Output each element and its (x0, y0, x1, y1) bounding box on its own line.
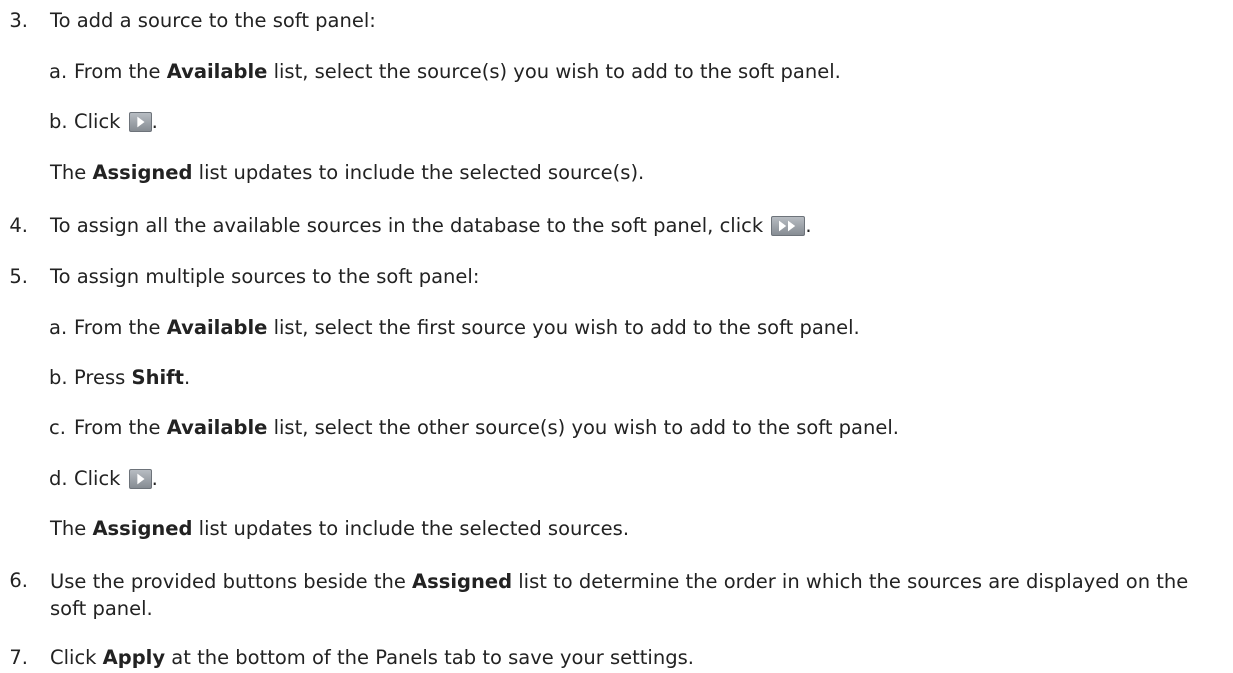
ui-term: Assigned (92, 161, 193, 184)
ui-term: Apply (102, 646, 166, 669)
substep-3a: a. From the Available list, select the s… (0, 59, 1233, 85)
substep-text: From the Available list, select the othe… (74, 416, 899, 439)
note-text: The Assigned list updates to include the… (50, 161, 645, 184)
ui-term: Available (166, 316, 268, 339)
step-text: Use the provided buttons beside the Assi… (50, 570, 1189, 620)
step-5-note: The Assigned list updates to include the… (0, 516, 1233, 542)
ui-term: Assigned (92, 517, 193, 540)
step-number: 7. (9, 646, 28, 669)
substep-text: Click . (74, 467, 158, 490)
procedure-document: 3. To add a source to the soft panel: a.… (0, 0, 1233, 673)
step-number: 5. (9, 265, 28, 288)
ui-term: Assigned (412, 570, 513, 593)
substep-text: From the Available list, select the firs… (74, 316, 860, 339)
substep-letter: b. (49, 366, 68, 389)
step-4: 4. To assign all the available sources i… (0, 213, 1233, 239)
step-text: To add a source to the soft panel: (50, 9, 376, 32)
step-6: 6. Use the provided buttons beside the A… (0, 568, 1233, 622)
play-right-icon (128, 112, 152, 132)
step-7: 7. Click Apply at the bottom of the Pane… (0, 645, 1233, 671)
note-text: The Assigned list updates to include the… (50, 517, 630, 540)
step-text: Click Apply at the bottom of the Panels … (50, 646, 694, 669)
substep-5d: d. Click . (0, 466, 1233, 492)
substep-text: Press Shift. (74, 366, 191, 389)
key-name: Shift (131, 366, 184, 389)
substep-letter: c. (49, 416, 66, 439)
ui-term: Available (166, 416, 268, 439)
substep-3b: b. Click . (0, 109, 1233, 135)
substep-letter: b. (49, 110, 68, 133)
substep-5a: a. From the Available list, select the f… (0, 315, 1233, 341)
step-3: 3. To add a source to the soft panel: (0, 8, 1233, 34)
double-right-icon (771, 216, 806, 236)
step-number: 6. (9, 569, 28, 592)
substep-text: From the Available list, select the sour… (74, 60, 841, 83)
ui-term: Available (166, 60, 268, 83)
step-number: 3. (9, 9, 28, 32)
step-3-note: The Assigned list updates to include the… (0, 160, 1233, 186)
step-text: To assign all the available sources in t… (50, 214, 812, 237)
step-number: 4. (9, 214, 28, 237)
substep-letter: a. (49, 316, 68, 339)
substep-letter: d. (49, 467, 68, 490)
substep-letter: a. (49, 60, 68, 83)
play-right-icon (128, 469, 152, 489)
substep-5b: b. Press Shift. (0, 365, 1233, 391)
substep-text: Click . (74, 110, 158, 133)
step-text: To assign multiple sources to the soft p… (50, 265, 480, 288)
step-5: 5. To assign multiple sources to the sof… (0, 264, 1233, 290)
substep-5c: c. From the Available list, select the o… (0, 415, 1233, 441)
